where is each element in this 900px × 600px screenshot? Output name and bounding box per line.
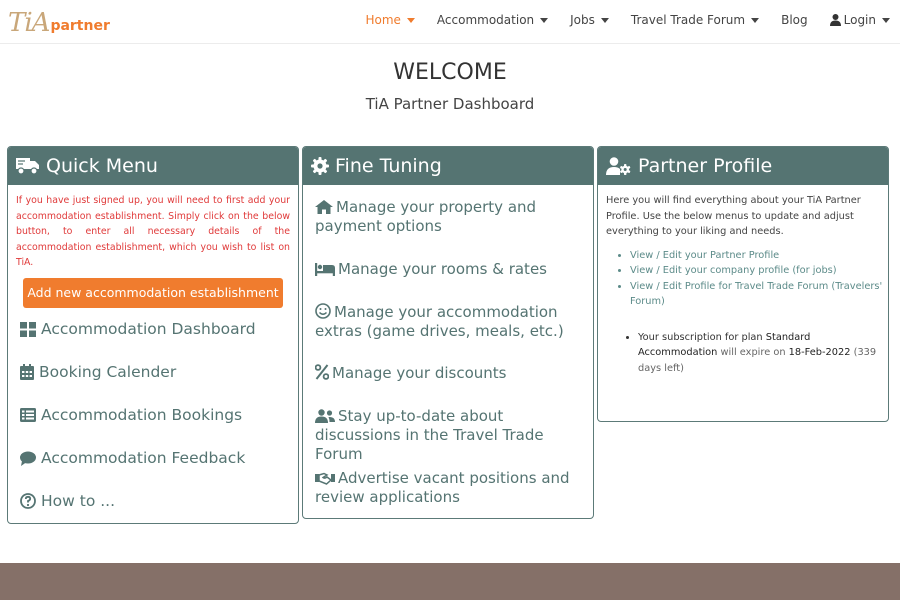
add-accommodation-button[interactable]: Add new accommodation establishment [23,277,283,308]
booking-calender-label: Booking Calender [39,363,177,381]
manage-rooms-link[interactable]: Manage your rooms & rates [315,260,585,279]
list-icon [20,408,36,422]
chevron-down-icon [540,17,549,23]
grid-icon [20,321,36,337]
gear-icon [311,157,329,175]
nav-login[interactable]: Login [829,13,890,27]
logo-main-text: TiA [8,8,50,38]
profile-links-list: View / Edit your Partner Profile View / … [598,248,888,310]
accommodation-feedback-link[interactable]: Accommodation Feedback [20,449,245,467]
edit-company-profile-link[interactable]: View / Edit your company profile (for jo… [630,263,888,279]
nav-jobs[interactable]: Jobs [570,13,609,27]
subscription-expiry-date: 18-Feb-2022 [788,347,851,358]
quick-menu-card: Quick Menu If you have just signed up, y… [7,146,299,524]
accommodation-bookings-label: Accommodation Bookings [41,406,243,424]
nav-blog[interactable]: Blog [781,13,808,27]
nav-home[interactable]: Home [365,13,415,27]
nav-blog-label: Blog [781,13,808,27]
accommodation-feedback-label: Accommodation Feedback [41,449,246,467]
booking-calender-link[interactable]: Booking Calender [20,363,176,381]
subscription-middle: will expire on [720,347,786,358]
subscription-info: Your subscription for plan Standard Acco… [598,330,888,377]
manage-discounts-link[interactable]: Manage your discounts [314,364,585,383]
accommodation-bookings-link[interactable]: Accommodation Bookings [20,406,242,424]
nav-home-label: Home [365,13,401,27]
advertise-positions-link[interactable]: Advertise vacant positions and review ap… [315,469,585,507]
partner-profile-intro: Here you will find everything about your… [606,195,861,237]
manage-extras-link[interactable]: Manage your accommodation extras (game d… [315,303,585,341]
partner-profile-title: Partner Profile [638,155,773,177]
user-icon [829,14,841,26]
travel-trade-forum-link[interactable]: Stay up-to-date about discussions in the… [315,407,585,464]
chevron-down-icon [751,17,760,23]
page-title: WELCOME [393,60,507,85]
nav-travel-trade-forum[interactable]: Travel Trade Forum [630,13,760,27]
nav-login-label: Login [843,13,876,27]
fine-tuning-header: Fine Tuning [303,147,593,185]
top-navbar: TiA partner Home Accommodation Jobs Trav… [0,0,900,44]
manage-property-link[interactable]: Manage your property and payment options [315,198,585,236]
user-cog-icon [606,157,631,175]
accommodation-dashboard-link[interactable]: Accommodation Dashboard [20,320,256,338]
comment-icon [20,451,36,466]
home-icon [315,200,333,214]
travel-trade-forum-label: Stay up-to-date about discussions in the… [315,407,544,463]
chevron-down-icon [882,17,890,23]
advertise-positions-label: Advertise vacant positions and review ap… [315,469,570,506]
chevron-down-icon [600,17,609,23]
truck-icon [16,158,39,175]
chevron-down-icon [406,17,415,23]
nav-jobs-label: Jobs [570,13,595,27]
footer-bar [0,563,900,600]
partner-profile-card: Partner Profile Here you will find every… [597,146,889,422]
edit-partner-profile-link[interactable]: View / Edit your Partner Profile [630,248,888,264]
smile-icon [315,303,331,319]
quick-menu-header: Quick Menu [8,147,298,185]
how-to-label: How to ... [41,492,116,510]
manage-rooms-label: Manage your rooms & rates [338,260,547,278]
how-to-link[interactable]: How to ... [20,492,115,510]
subscription-prefix: Your subscription for plan [638,331,763,343]
calendar-icon [20,364,34,380]
edit-forum-profile-link[interactable]: View / Edit Profile for Travel Trade For… [630,279,888,310]
nav-forum-label: Travel Trade Forum [630,13,746,27]
manage-discounts-label: Manage your discounts [332,364,507,382]
main-nav: Home Accommodation Jobs Travel Trade For… [343,0,890,40]
page-subtitle: TiA Partner Dashboard [365,95,535,113]
fine-tuning-title: Fine Tuning [335,155,442,177]
bed-icon [315,263,335,276]
fine-tuning-card: Fine Tuning Manage your property and pay… [302,146,594,519]
logo-sub-text: partner [50,18,110,34]
nav-accommodation[interactable]: Accommodation [436,13,549,27]
partner-profile-header: Partner Profile [598,147,888,185]
manage-property-label: Manage your property and payment options [315,198,537,235]
quick-menu-title: Quick Menu [46,155,158,177]
question-icon [20,493,36,509]
tia-partner-logo[interactable]: TiA partner [8,4,110,38]
subscription-item: Your subscription for plan Standard Acco… [638,330,888,377]
manage-extras-label: Manage your accommodation extras (game d… [315,303,564,340]
accommodation-dashboard-label: Accommodation Dashboard [41,320,256,338]
nav-accommodation-label: Accommodation [436,13,535,27]
signup-notice: If you have just signed up, you will nee… [16,195,290,268]
users-icon [315,409,335,423]
percent-icon [314,364,330,380]
handshake-icon [315,472,335,485]
